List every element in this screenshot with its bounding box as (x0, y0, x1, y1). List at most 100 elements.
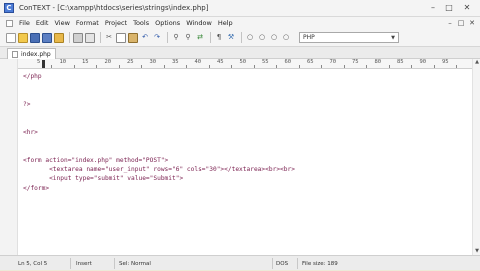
ruler-tick (366, 65, 368, 68)
menu-project[interactable]: Project (102, 19, 130, 27)
status-selection-mode: Sel: Normal (119, 260, 151, 267)
ruler-label: 90 (419, 59, 427, 65)
toolbar-separator (210, 32, 211, 43)
word-wrap-icon[interactable]: ¶ (214, 33, 224, 43)
ruler-label: 55 (262, 59, 269, 65)
open-project-icon[interactable] (54, 32, 64, 43)
copy-icon[interactable] (116, 32, 126, 43)
status-divider (70, 258, 71, 269)
ruler-tick (388, 65, 390, 68)
cut-icon[interactable]: ✂ (104, 33, 114, 43)
menu-view[interactable]: View (51, 19, 72, 27)
column-ruler: 5 10 15 20 25 30 35 40 45 50 55 60 65 70 75 80 85 90 95 (18, 59, 472, 69)
document-window-controls: – □ ✕ (446, 18, 476, 28)
ruler-tick (433, 65, 435, 68)
status-divider (272, 258, 273, 269)
print-icon[interactable] (73, 32, 83, 43)
code-line: <textarea name="user_input" rows="6" col… (23, 166, 295, 173)
menu-edit[interactable]: Edit (33, 19, 52, 27)
ruler-tick (141, 65, 143, 68)
undo-icon[interactable]: ↶ (140, 33, 150, 43)
find-icon[interactable]: ⚲ (171, 33, 181, 43)
ruler-tick (208, 65, 210, 68)
scroll-down-arrow[interactable]: ▼ (473, 248, 480, 255)
code-line: ?> (23, 100, 31, 108)
ruler-label: 75 (352, 59, 359, 65)
status-bar: Ln 5, Col 5 Insert Sel: Normal DOS File … (0, 255, 480, 270)
title-bar: C ConTEXT - [C:\xampp\htdocs\series\stri… (0, 0, 480, 17)
toolbar: ✂ ↶ ↷ ⚲ ⚲ ⇄ ¶ ⚒ ○ ○ ○ ○ PHP ▼ (0, 29, 480, 47)
redo-icon[interactable]: ↷ (152, 33, 162, 43)
close-button[interactable]: ✕ (458, 2, 476, 13)
user-command-f10-icon[interactable]: ○ (257, 33, 267, 43)
document-restore-button[interactable]: □ (457, 18, 465, 28)
ruler-label: 15 (82, 59, 89, 65)
ruler-label: 45 (217, 59, 224, 65)
status-file-size: File size: 189 (302, 260, 338, 267)
scroll-up-arrow[interactable]: ▲ (473, 59, 480, 66)
menu-tools[interactable]: Tools (130, 19, 152, 27)
code-line: <input type="submit" value="Submit"> (23, 175, 184, 183)
user-command-f12-icon[interactable]: ○ (281, 33, 291, 43)
code-editor[interactable]: </php ?> <hr> <form action="index.php" meth… (18, 69, 472, 255)
minimize-button[interactable]: – (426, 2, 440, 13)
save-all-icon[interactable] (42, 32, 52, 43)
code-line: </php (23, 73, 42, 80)
toolbar-separator (167, 32, 168, 43)
ruler-tick (163, 65, 165, 68)
tab-label: index.php (21, 50, 51, 58)
replace-icon[interactable]: ⇄ (195, 33, 205, 43)
ruler-tick (73, 65, 75, 68)
chevron-down-icon: ▼ (391, 34, 395, 41)
toolbar-separator (69, 32, 70, 43)
menu-window[interactable]: Window (183, 19, 215, 27)
ruler-tick (343, 65, 345, 68)
ruler-tick (186, 65, 188, 68)
ruler-label: 60 (284, 59, 292, 65)
ruler-label: 5 (37, 59, 41, 65)
user-command-f11-icon[interactable]: ○ (269, 33, 279, 43)
save-icon[interactable] (30, 32, 40, 43)
paste-icon[interactable] (128, 32, 138, 43)
status-divider (114, 258, 115, 269)
document-menu-icon[interactable] (6, 19, 13, 27)
ruler-label: 25 (127, 59, 134, 65)
find-next-icon[interactable]: ⚲ (183, 33, 193, 43)
print-preview-icon[interactable] (85, 32, 95, 43)
user-command-f9-icon[interactable]: ○ (245, 33, 255, 43)
status-cursor-position: Ln 5, Col 5 (18, 260, 48, 267)
ruler-cursor-marker (42, 60, 45, 68)
ruler-tick (456, 65, 458, 68)
code-line: <form action="index.php" method="POST"> (23, 156, 169, 164)
menu-file[interactable]: File (16, 19, 33, 27)
language-select-value: PHP (303, 34, 315, 41)
document-minimize-button[interactable]: – (446, 18, 454, 28)
ruler-tick (231, 65, 233, 68)
ruler-label: 20 (104, 59, 112, 65)
window-title: ConTEXT - [C:\xampp\htdocs\series\string… (19, 4, 209, 12)
toolbar-separator (100, 32, 101, 43)
ruler-label: 85 (397, 59, 404, 65)
new-file-icon[interactable] (6, 32, 16, 43)
document-close-button[interactable]: ✕ (468, 18, 476, 28)
ruler-tick (118, 65, 120, 68)
tools-icon[interactable]: ⚒ (226, 33, 236, 43)
menu-options[interactable]: Options (152, 19, 183, 27)
menu-bar: File Edit View Format Project Tools Opti… (0, 17, 480, 29)
app-icon: C (4, 3, 14, 13)
ruler-label: 50 (239, 59, 247, 65)
contex-editor-window: C ConTEXT - [C:\xampp\htdocs\series\stri… (0, 0, 480, 270)
document-tab-bar: index.php (0, 47, 480, 59)
open-folder-icon[interactable] (18, 32, 28, 43)
menu-format[interactable]: Format (73, 19, 102, 27)
vertical-scrollbar[interactable]: ▲ ▼ (472, 59, 480, 255)
tab-index-php[interactable]: index.php (7, 48, 56, 59)
window-controls: – □ ✕ (426, 2, 476, 13)
maximize-button[interactable]: □ (442, 2, 456, 13)
ruler-label: 70 (329, 59, 337, 65)
menu-help[interactable]: Help (215, 19, 236, 27)
ruler-tick (253, 65, 255, 68)
language-select[interactable]: PHP ▼ (299, 32, 399, 43)
ruler-label: 10 (59, 59, 67, 65)
status-line-format: DOS (276, 260, 289, 267)
